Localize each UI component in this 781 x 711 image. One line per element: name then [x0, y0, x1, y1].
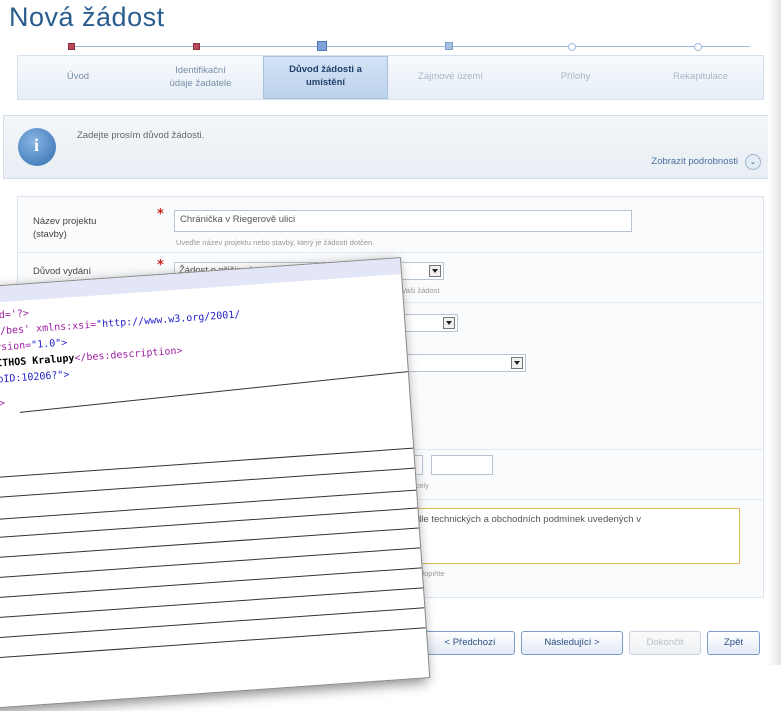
step-area-of-interest[interactable]: Zájmové území [388, 70, 513, 83]
step-marker-next-icon [445, 42, 453, 50]
back-button[interactable]: Zpět [707, 631, 760, 655]
finish-button[interactable]: Dokončit [629, 631, 701, 655]
prev-button[interactable]: < Předchozí [425, 631, 515, 655]
xml-line: ad='?> [0, 308, 30, 322]
xml-line: m/bes' xmlns:xsi="http://www.w3.org/2001… [0, 309, 241, 338]
step-recap[interactable]: Rekapitulace [638, 70, 763, 83]
chevron-down-icon[interactable]: ⌄ [745, 154, 761, 170]
step-label: údaje žadatele [169, 78, 232, 89]
project-name-hint: Uveďte název projektu nebo stavby, který… [176, 238, 375, 247]
project-name-input[interactable]: Chránička v Riegerově ulici [174, 210, 632, 232]
step-attachments[interactable]: Přílohy [513, 70, 638, 83]
step-label: Přílohy [560, 71, 591, 82]
step-label: Důvod žádosti a [289, 64, 362, 75]
step-label: Úvod [66, 71, 90, 82]
step-label: Zájmové území [418, 71, 483, 82]
document-line [0, 447, 414, 482]
step-marker-done-icon [68, 43, 75, 50]
step-marker-done-icon [193, 43, 200, 50]
reason-label: Důvod vydání [33, 266, 92, 277]
dropdown-arrow-icon[interactable] [429, 265, 441, 277]
step-applicant-data[interactable]: Identifikační údaje žadatele [138, 64, 263, 90]
xml-line: pID:10206?"> [0, 369, 70, 386]
page-title: Nová žádost [9, 2, 165, 32]
step-marker-current-icon [317, 41, 327, 51]
step-marker-open-icon [568, 43, 576, 51]
step-label: umístění [305, 77, 346, 88]
info-icon: i [18, 128, 56, 166]
required-marker: * [157, 258, 164, 273]
window-shadow [768, 0, 781, 665]
step-label: Rekapitulace [673, 71, 728, 82]
parcel-number-input-2[interactable] [431, 455, 493, 475]
project-name-label: Název projektu (stavby) [33, 216, 97, 240]
wizard-steps-bar: Úvod Identifikační údaje žadatele Důvod … [17, 55, 764, 100]
xml-document-overlay: ad='?> m/bes' xmlns:xsi="http://www.w3.o… [0, 257, 431, 711]
info-panel: i Zadejte prosím důvod žádosti. Zobrazit… [3, 115, 769, 179]
step-reason-location[interactable]: Důvod žádosti a umístění [263, 56, 388, 99]
step-marker-open-icon [694, 43, 702, 51]
next-button[interactable]: Následující > [521, 631, 623, 655]
wizard-progress-line [70, 46, 750, 47]
document-line [19, 371, 408, 413]
document-line [0, 489, 417, 524]
xml-line: > [0, 398, 6, 410]
step-label: Identifikační [175, 65, 226, 76]
dropdown-arrow-icon[interactable] [443, 317, 455, 329]
show-details-link[interactable]: Zobrazit podrobnosti [651, 156, 738, 167]
xml-line: rsion="1.0"> [0, 337, 68, 354]
document-line [0, 507, 418, 542]
dropdown-arrow-icon[interactable] [511, 357, 523, 369]
required-marker: * [157, 207, 164, 222]
step-intro[interactable]: Úvod [18, 70, 138, 83]
info-text: Zadejte prosím důvod žádosti. [77, 130, 205, 141]
form-row-project-name: Název projektu (stavby) * Chránička v Ri… [18, 197, 763, 253]
